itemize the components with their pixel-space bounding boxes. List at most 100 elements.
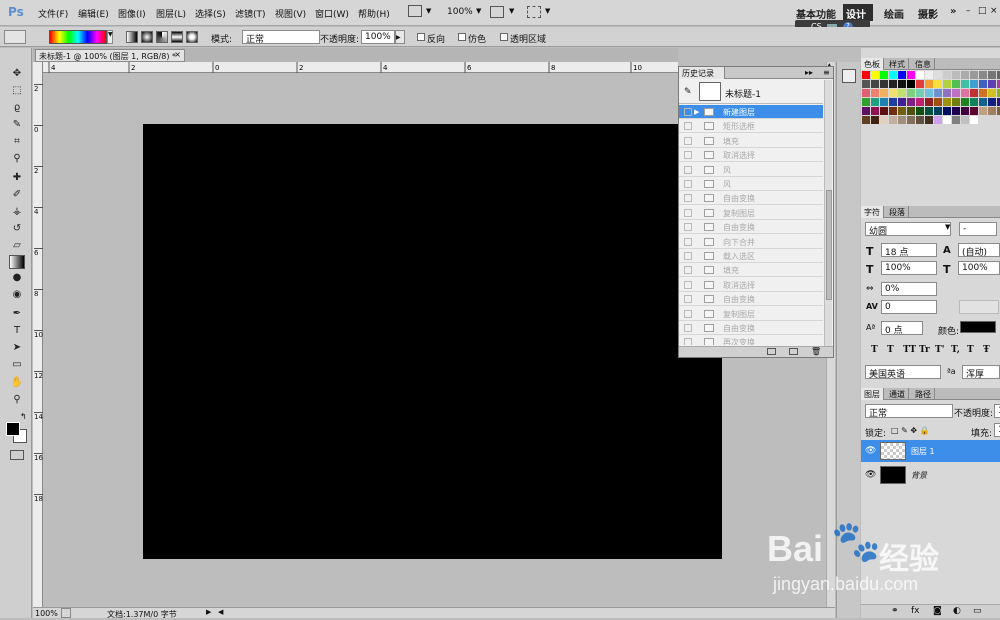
tab-styles[interactable]: 样式 (886, 58, 909, 70)
swatch[interactable] (970, 116, 978, 124)
dither-checkbox[interactable] (458, 33, 466, 41)
history-item[interactable]: 自由变换 (679, 220, 823, 235)
swatch[interactable] (898, 116, 906, 124)
history-checkbox[interactable] (684, 324, 692, 332)
swatch[interactable] (961, 89, 969, 97)
arrange-icon[interactable] (490, 6, 504, 18)
history-panel-icon[interactable] (842, 69, 856, 83)
marquee-tool-icon[interactable]: ⬚ (9, 85, 25, 99)
swatch[interactable] (862, 116, 870, 124)
close-button[interactable]: × (990, 6, 998, 16)
menu-item[interactable]: 图层(L) (156, 7, 186, 20)
tab-channels[interactable]: 通道 (886, 388, 909, 400)
swatch[interactable] (943, 71, 951, 79)
workspace-paint[interactable]: 绘画 (884, 6, 904, 21)
history-checkbox[interactable] (684, 151, 692, 160)
menu-item[interactable]: 窗口(W) (315, 7, 349, 20)
tab-info[interactable]: 信息 (912, 58, 935, 70)
tab-character[interactable]: 字符 (861, 206, 884, 218)
tab-layers[interactable]: 图层 (861, 388, 884, 400)
swatch[interactable] (943, 80, 951, 88)
brush-tool-icon[interactable]: ✐ (9, 189, 25, 203)
swatch[interactable] (952, 98, 960, 106)
history-item[interactable]: 取消选择 (679, 148, 823, 163)
move-tool-icon[interactable]: ✥ (9, 68, 25, 82)
swatch[interactable] (988, 116, 996, 124)
history-tab[interactable]: 历史记录 (679, 67, 725, 79)
swatch[interactable] (988, 89, 996, 97)
history-checkbox[interactable] (684, 136, 692, 145)
history-checkbox[interactable] (684, 165, 692, 174)
chevron-down-icon[interactable]: ▼ (426, 7, 431, 15)
swatch[interactable] (907, 116, 915, 124)
history-item[interactable]: 风 (679, 177, 823, 191)
workspace-more[interactable]: » (950, 6, 956, 17)
history-checkbox[interactable] (684, 280, 692, 289)
status-icon[interactable] (61, 608, 71, 618)
hscroll-left-icon[interactable]: ◀ (218, 608, 223, 616)
swatch[interactable] (925, 71, 933, 79)
history-scroll-thumb[interactable] (826, 190, 832, 300)
history-item[interactable]: 复制图层 (679, 307, 823, 321)
swatch[interactable] (943, 116, 951, 124)
ruler-horizontal[interactable]: 4 2 0 2 4 6 8 10 (43, 62, 678, 73)
swatch[interactable] (925, 89, 933, 97)
text-style-button[interactable]: T' (935, 345, 944, 355)
swatch[interactable] (871, 98, 879, 106)
chevron-right-icon[interactable]: ▶ (395, 30, 405, 44)
swatch[interactable] (907, 98, 915, 106)
swatch[interactable] (898, 71, 906, 79)
swatch[interactable] (988, 71, 996, 79)
swatch[interactable] (925, 107, 933, 115)
tab-paths[interactable]: 路径 (912, 388, 935, 400)
tsume-input[interactable]: 0% (881, 282, 937, 296)
clone-stamp-tool-icon[interactable]: ⚶ (9, 206, 25, 220)
path-select-tool-icon[interactable]: ➤ (9, 342, 25, 356)
layer-row[interactable]: 👁 背景 (861, 464, 1000, 486)
history-checkbox[interactable] (684, 180, 692, 188)
swatch[interactable] (898, 107, 906, 115)
swatch[interactable] (934, 98, 942, 106)
swatch[interactable] (916, 89, 924, 97)
swatch[interactable] (916, 107, 924, 115)
swatch[interactable] (907, 107, 915, 115)
crop-tool-icon[interactable]: ⌗ (9, 136, 25, 150)
type-tool-icon[interactable]: T (9, 325, 25, 339)
swatch[interactable] (889, 107, 897, 115)
swatch[interactable] (943, 98, 951, 106)
history-checkbox[interactable] (684, 309, 692, 318)
history-scrollbar[interactable] (824, 80, 832, 346)
chevron-down-icon[interactable]: ▼ (107, 30, 113, 44)
swap-colors-icon[interactable]: ↰ (20, 412, 27, 421)
layer-row[interactable]: 👁 图层 1 (861, 440, 1000, 462)
swatch[interactable] (862, 80, 870, 88)
swatch[interactable] (934, 89, 942, 97)
swatch[interactable] (880, 80, 888, 88)
history-item[interactable]: 向下合并 (679, 235, 823, 249)
layer-opacity-input[interactable]: 1 (994, 404, 1000, 418)
swatch[interactable] (961, 116, 969, 124)
ruler-vertical[interactable]: 2 0 2 4 6 8 10 12 14 16 18 (33, 62, 43, 607)
pen-tool-icon[interactable]: ✒ (9, 308, 25, 322)
swatch[interactable] (916, 98, 924, 106)
panel-menu-icon[interactable]: ≡ (823, 68, 830, 77)
history-checkbox[interactable] (684, 208, 692, 217)
history-item[interactable]: 风 (679, 163, 823, 177)
history-item[interactable]: 自由变换 (679, 321, 823, 335)
swatch[interactable] (979, 80, 987, 88)
swatch[interactable] (952, 89, 960, 97)
blend-mode-select[interactable]: 正常 (865, 404, 953, 419)
history-item[interactable]: 填充 (679, 263, 823, 278)
history-item[interactable]: 取消选择 (679, 278, 823, 292)
fill-input[interactable]: 1 (994, 423, 1000, 437)
swatch[interactable] (889, 80, 897, 88)
history-checkbox[interactable] (684, 223, 692, 232)
tracking-input[interactable]: 0 (881, 300, 937, 314)
reverse-checkbox[interactable] (417, 33, 425, 41)
swatch[interactable] (952, 71, 960, 79)
swatch[interactable] (907, 89, 915, 97)
swatch-grid[interactable] (862, 71, 1000, 133)
tab-swatches[interactable]: 色板 (861, 58, 884, 70)
text-style-button[interactable]: TT (903, 345, 916, 355)
swatch[interactable] (898, 80, 906, 88)
